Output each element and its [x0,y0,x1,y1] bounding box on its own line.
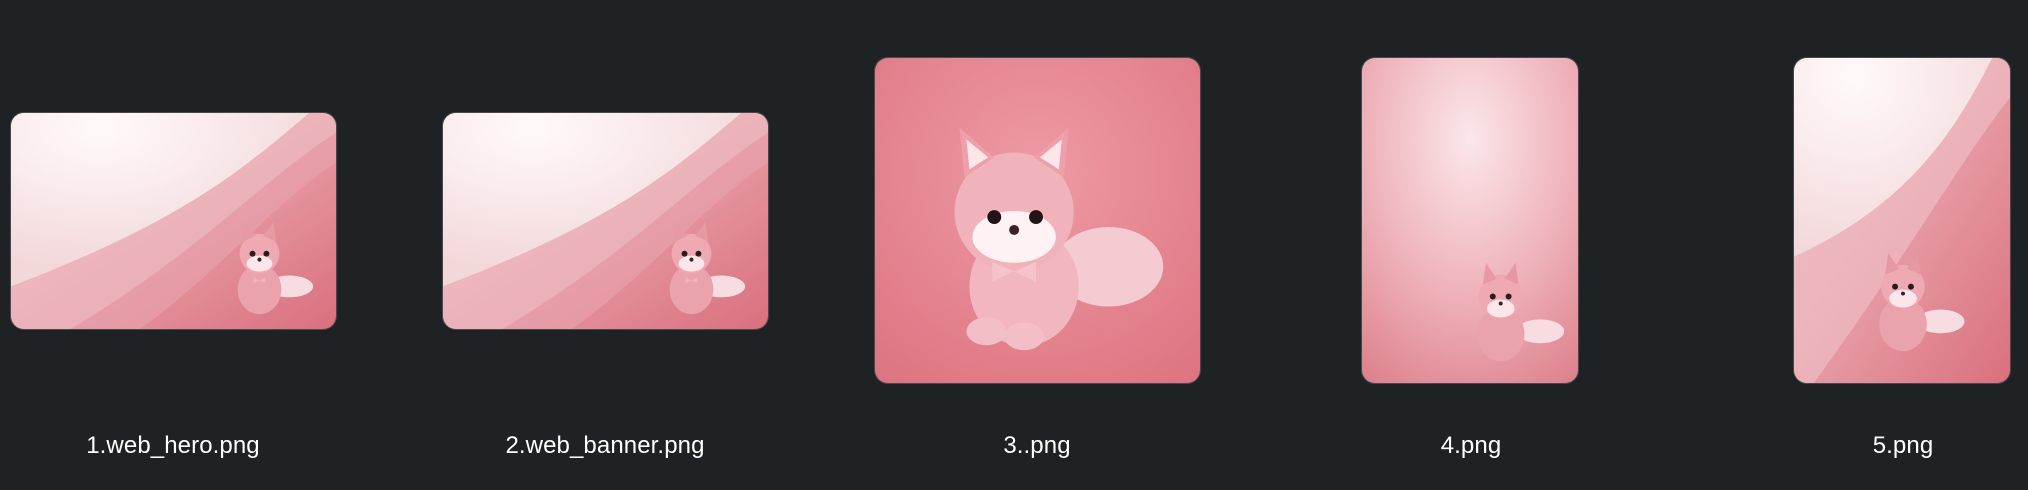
file-name-label: 3..png [1003,432,1071,459]
file-name-label: 5.png [1872,432,1934,459]
thumbnail-image[interactable] [442,112,769,330]
thumbnail-image[interactable] [1793,57,2011,384]
file-item-1[interactable]: 1.web_hero.png [0,0,346,490]
file-name-label: 1.web_hero.png [86,432,260,459]
thumbnail-image[interactable] [1361,57,1579,384]
file-item-5[interactable]: 5.png [1730,0,2028,490]
file-item-3[interactable]: 3..png [864,0,1210,490]
pink-fox-plush-icon [11,113,336,329]
pink-fox-plush-icon [443,113,768,329]
file-name-label: 4.png [1440,432,1502,459]
pink-fox-plush-icon [1362,58,1578,383]
file-item-4[interactable]: 4.png [1298,0,1644,490]
thumbnail-image[interactable] [10,112,337,330]
pink-fox-plush-icon [1794,58,2010,383]
file-item-2[interactable]: 2.web_banner.png [346,0,864,490]
pink-fox-plush-icon [875,58,1200,383]
thumbnail-image[interactable] [874,57,1201,384]
file-name-label: 2.web_banner.png [505,432,705,459]
